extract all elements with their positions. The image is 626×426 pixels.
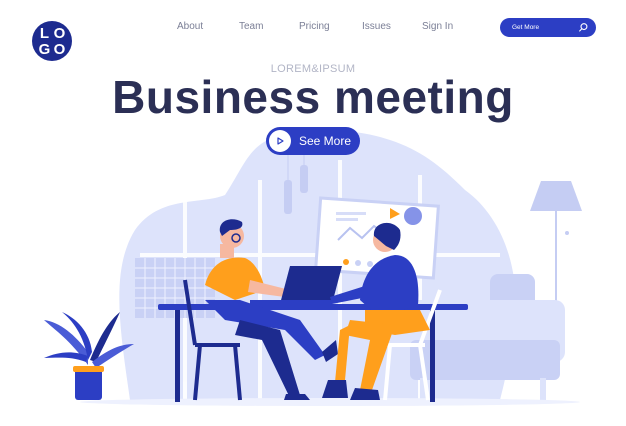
plant <box>44 312 134 400</box>
see-more-button[interactable]: See More <box>266 127 360 155</box>
see-more-label: See More <box>299 134 352 148</box>
page-title: Business meeting <box>112 71 514 123</box>
play-icon <box>269 130 291 152</box>
